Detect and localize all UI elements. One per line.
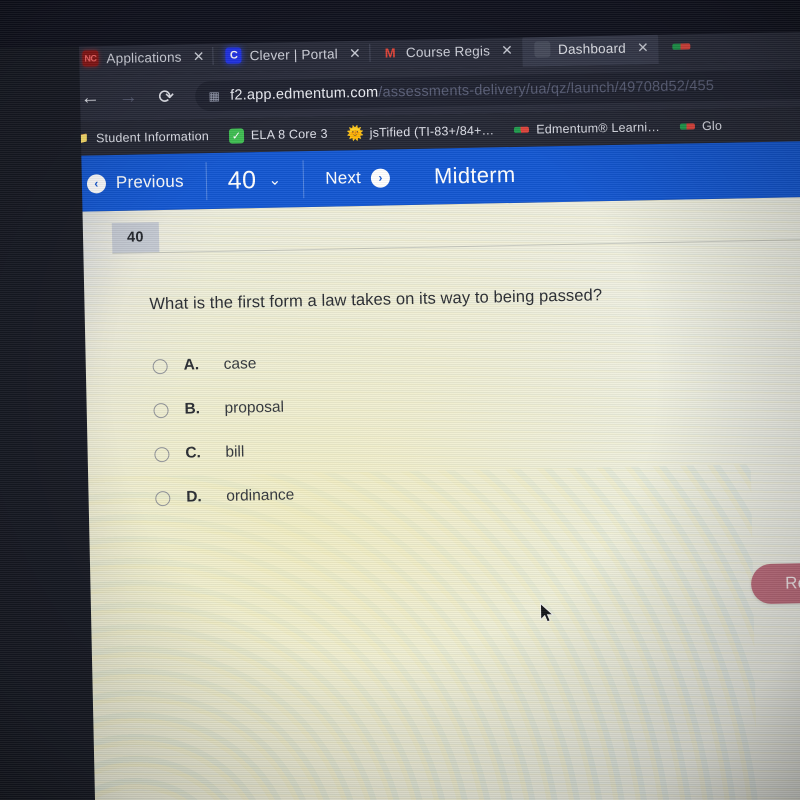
extension-chip-icon (671, 43, 690, 50)
bookmark-ela-8-core-3[interactable]: ✓ ELA 8 Core 3 (228, 126, 328, 144)
bookmark-student-information[interactable]: 📁 Student Information (74, 129, 209, 147)
bookmark-label: ELA 8 Core 3 (250, 126, 328, 143)
bookmark-label: Glo (701, 118, 723, 134)
nc-favicon-icon: NC (82, 50, 99, 67)
dashboard-favicon-icon (533, 41, 551, 58)
tab-title: Applications (106, 49, 182, 66)
chip-icon (679, 123, 696, 130)
option-text: ordinance (226, 486, 295, 505)
radio-button[interactable] (153, 402, 169, 418)
bookmark-label: Student Information (95, 129, 210, 146)
chip-icon (514, 126, 530, 133)
gmail-favicon-icon: M (384, 44, 396, 61)
option-text: proposal (224, 398, 285, 417)
close-icon[interactable]: ✕ (189, 47, 207, 65)
swirl-icon: 🌞 (346, 124, 365, 141)
question-page: 40 What is the first form a law takes on… (65, 195, 800, 800)
tab-title: Clever | Portal (249, 45, 339, 63)
close-icon[interactable]: ✕ (346, 44, 364, 62)
reset-button[interactable]: Rese (750, 561, 800, 605)
url-path: /assessments-delivery/ua/qz/launch/49708… (378, 77, 715, 101)
tab-title: Dashboard (557, 40, 627, 57)
previous-question-button[interactable]: ‹ Previous (64, 153, 206, 212)
assessment-title: Midterm (433, 161, 516, 189)
check-icon: ✓ (228, 127, 245, 144)
bookmark-edmentum-learning[interactable]: Edmentum® Learni… (514, 120, 660, 137)
bookmark-glo[interactable]: Glo (679, 118, 723, 134)
url-host: f2.app.edmentum.com (230, 84, 379, 104)
option-text: case (223, 355, 257, 373)
forward-icon[interactable]: → (111, 80, 146, 115)
address-bar-url: f2.app.edmentum.com/assessments-delivery… (230, 78, 714, 104)
option-letter: B. (184, 400, 201, 418)
current-question-number: 40 (227, 165, 257, 195)
question-prompt: What is the first form a law takes on it… (149, 286, 603, 314)
arrow-right-icon: › (370, 167, 391, 188)
next-question-button[interactable]: Next › (303, 149, 413, 207)
arrow-left-icon: ‹ (86, 173, 107, 194)
mouse-cursor (539, 602, 555, 624)
radio-button[interactable] (154, 446, 170, 462)
bookmark-jstified[interactable]: 🌞 jsTified (TI-83+/84+… (346, 123, 495, 141)
next-label: Next (325, 168, 362, 188)
tab-title: Course Regis (405, 42, 491, 60)
close-icon[interactable]: ✕ (498, 41, 516, 59)
reload-icon[interactable]: ⟳ (149, 80, 184, 115)
screenshot-root: NC Applications ✕ C Clever | Portal ✕ M … (0, 0, 800, 800)
previous-label: Previous (115, 171, 184, 192)
clever-favicon-icon: C (225, 47, 242, 64)
address-bar[interactable]: ▦ f2.app.edmentum.com/assessments-delive… (194, 68, 800, 112)
answer-options: A. case B. proposal C. bill D. ordinance (150, 330, 800, 520)
question-number-badge: 40 (111, 222, 160, 254)
chevron-down-icon: ⌄ (268, 171, 282, 189)
close-icon[interactable]: ✕ (634, 38, 652, 56)
radio-button[interactable] (152, 358, 168, 374)
option-letter: C. (185, 444, 202, 462)
option-text: bill (225, 443, 245, 461)
card-divider (112, 238, 800, 255)
question-card: 40 What is the first form a law takes on… (111, 196, 800, 521)
monitor-screen: NC Applications ✕ C Clever | Portal ✕ M … (62, 19, 800, 800)
page-info-icon[interactable]: ▦ (207, 89, 221, 103)
option-letter: A. (183, 356, 200, 374)
question-number-dropdown[interactable]: 40 ⌄ (205, 151, 304, 209)
option-letter: D. (186, 488, 202, 506)
radio-button[interactable] (155, 490, 171, 506)
bookmark-label: jsTified (TI-83+/84+… (369, 123, 495, 140)
bookmark-label: Edmentum® Learni… (536, 120, 661, 137)
